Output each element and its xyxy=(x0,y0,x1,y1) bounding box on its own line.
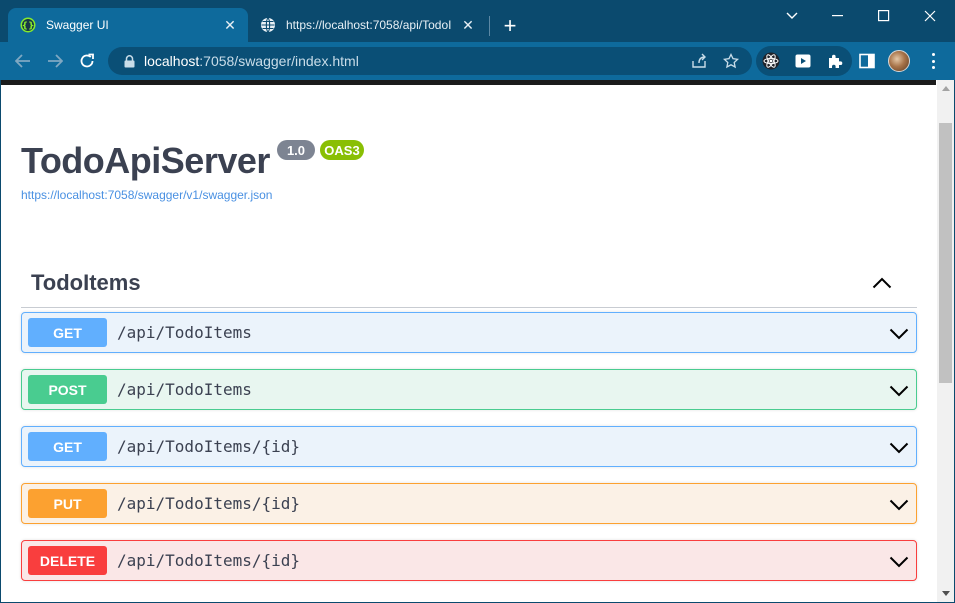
tab-close-icon[interactable]: ✕ xyxy=(458,15,478,35)
react-devtools-icon[interactable] xyxy=(762,52,780,70)
browser-titlebar: {} Swagger UI ✕ https://localhost:7058/a… xyxy=(0,0,955,42)
vertical-scrollbar[interactable] xyxy=(937,80,954,602)
operation-path: /api/TodoItems/{id} xyxy=(117,551,301,570)
tag-section-todoitems[interactable]: TodoItems xyxy=(21,258,917,308)
api-title: TodoApiServer xyxy=(21,140,270,181)
chevron-down-icon[interactable] xyxy=(888,437,910,459)
method-badge: GET xyxy=(28,318,107,347)
reload-icon[interactable] xyxy=(74,49,100,73)
method-badge: POST xyxy=(28,375,107,404)
chevron-down-icon[interactable] xyxy=(888,494,910,516)
swagger-json-link[interactable]: https://localhost:7058/swagger/v1/swagge… xyxy=(21,188,272,202)
maximize-icon[interactable] xyxy=(861,0,907,32)
chevron-down-icon[interactable] xyxy=(888,551,910,573)
url-rest: :7058/swagger/index.html xyxy=(199,53,359,69)
operation-path: /api/TodoItems xyxy=(117,380,252,399)
chevron-down-icon[interactable] xyxy=(888,323,910,345)
forward-arrow-icon[interactable] xyxy=(42,49,68,73)
tab-swagger-ui[interactable]: {} Swagger UI ✕ xyxy=(8,8,248,42)
swagger-favicon-icon: {} xyxy=(20,17,36,33)
tab-title: https://localhost:7058/api/TodoI xyxy=(286,18,452,32)
close-window-icon[interactable] xyxy=(907,0,953,32)
opblock-get-todoitems[interactable]: GET /api/TodoItems xyxy=(21,312,917,353)
tab-search-chevron-icon[interactable] xyxy=(780,4,804,28)
scroll-up-arrow-icon[interactable] xyxy=(937,80,954,97)
tag-name: TodoItems xyxy=(31,269,141,295)
bookmark-star-icon[interactable] xyxy=(722,53,740,69)
tab-api-todoitems[interactable]: https://localhost:7058/api/TodoI ✕ xyxy=(250,8,486,42)
method-badge: DELETE xyxy=(28,546,107,575)
scroll-down-arrow-icon[interactable] xyxy=(937,585,954,602)
method-badge: GET xyxy=(28,432,107,461)
tab-close-icon[interactable]: ✕ xyxy=(220,15,240,35)
swagger-topbar xyxy=(1,80,936,85)
new-tab-button[interactable]: + xyxy=(498,13,522,38)
media-player-extension-icon[interactable] xyxy=(794,52,812,70)
chevron-down-icon[interactable] xyxy=(888,380,910,402)
version-badge: 1.0 xyxy=(277,140,315,160)
api-info: TodoApiServer 1.0 OAS3 xyxy=(21,140,364,182)
svg-text:{}: {} xyxy=(22,22,35,32)
lock-icon[interactable] xyxy=(122,54,136,68)
url-text: localhost:7058/swagger/index.html xyxy=(144,53,359,69)
url-host: localhost xyxy=(144,53,200,69)
globe-icon xyxy=(260,17,276,33)
share-icon[interactable] xyxy=(690,53,708,69)
opblock-post-todoitems[interactable]: POST /api/TodoItems xyxy=(21,369,917,410)
profile-avatar[interactable] xyxy=(888,50,910,72)
address-bar[interactable]: localhost:7058/swagger/index.html xyxy=(108,47,752,75)
side-panel-icon[interactable] xyxy=(858,52,876,70)
operation-path: /api/TodoItems xyxy=(117,323,252,342)
oas-badge: OAS3 xyxy=(320,140,364,160)
extensions-puzzle-icon[interactable] xyxy=(826,52,844,70)
tab-title: Swagger UI xyxy=(46,18,109,32)
operation-path: /api/TodoItems/{id} xyxy=(117,494,301,513)
minimize-icon[interactable] xyxy=(815,0,861,32)
opblock-delete-todoitem-by-id[interactable]: DELETE /api/TodoItems/{id} xyxy=(21,540,917,581)
extensions-group xyxy=(756,46,852,76)
browser-toolbar: localhost:7058/swagger/index.html xyxy=(0,42,955,80)
opblock-put-todoitem-by-id[interactable]: PUT /api/TodoItems/{id} xyxy=(21,483,917,524)
opblock-get-todoitem-by-id[interactable]: GET /api/TodoItems/{id} xyxy=(21,426,917,467)
tab-divider xyxy=(489,16,490,36)
chevron-up-icon[interactable] xyxy=(871,272,893,294)
method-badge: PUT xyxy=(28,489,107,518)
browser-menu-kebab-icon[interactable] xyxy=(924,52,942,70)
operation-path: /api/TodoItems/{id} xyxy=(117,437,301,456)
scrollbar-thumb[interactable] xyxy=(939,123,952,383)
page-viewport: TodoApiServer 1.0 OAS3 https://localhost… xyxy=(1,80,954,602)
back-arrow-icon[interactable] xyxy=(10,49,36,73)
